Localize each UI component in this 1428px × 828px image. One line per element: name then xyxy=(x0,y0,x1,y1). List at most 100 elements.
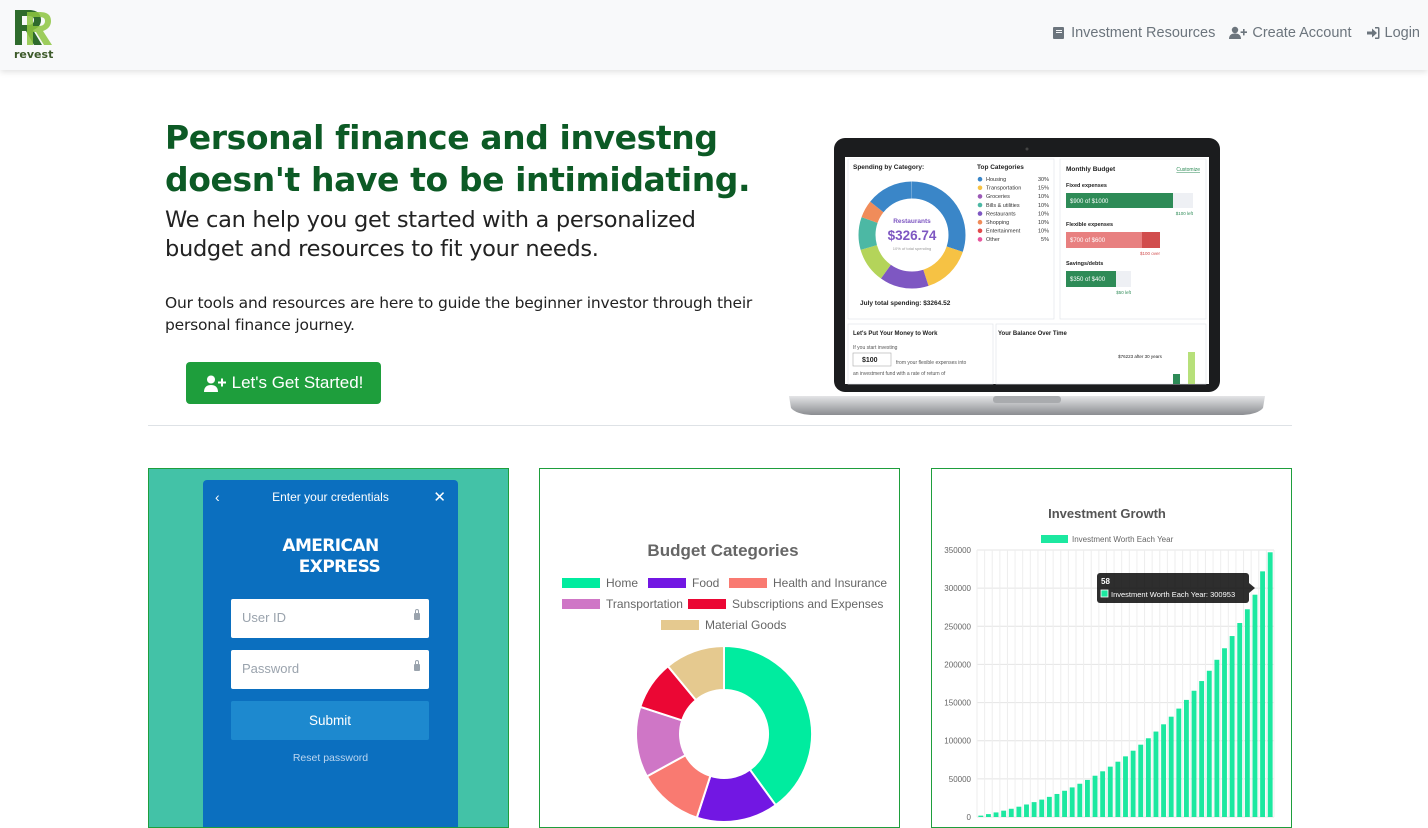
bar[interactable] xyxy=(1100,771,1106,817)
bar[interactable] xyxy=(1138,744,1144,817)
bar[interactable] xyxy=(1046,796,1052,817)
laptop-savings-left: $50 left xyxy=(1116,290,1132,295)
laptop-category-pct: 5% xyxy=(1041,237,1049,243)
laptop-category-name: Shopping xyxy=(986,220,1009,226)
nav-login[interactable]: Login xyxy=(1366,25,1420,41)
bar[interactable] xyxy=(1206,670,1212,817)
password-input[interactable]: Password xyxy=(231,650,429,689)
bar[interactable] xyxy=(1130,750,1136,817)
laptop-category-pct: 30% xyxy=(1038,177,1049,183)
bar[interactable] xyxy=(1176,708,1182,817)
y-tick-label: 150000 xyxy=(944,699,971,708)
laptop-total: July total spending: $3264.52 xyxy=(860,300,951,307)
close-icon[interactable]: ✕ xyxy=(433,488,446,506)
y-tick-label: 200000 xyxy=(944,660,971,669)
bar[interactable] xyxy=(1115,761,1121,817)
nav-create-account[interactable]: Create Account xyxy=(1229,25,1352,41)
amex-logo-line1: AMERICAN xyxy=(282,536,379,556)
bar[interactable] xyxy=(1237,623,1243,817)
legend-swatch xyxy=(729,578,767,588)
bar[interactable] xyxy=(1145,738,1151,817)
budget-donut-chart: Budget Categories Home Food Health and Ins… xyxy=(562,541,887,823)
bar[interactable] xyxy=(1161,724,1167,817)
laptop-fixed-left: $100 left xyxy=(1176,211,1194,216)
laptop-category-pct: 10% xyxy=(1038,194,1049,200)
navbar: revest Investment Resources Create Accou… xyxy=(0,0,1428,70)
bar[interactable] xyxy=(1252,594,1258,817)
bar[interactable] xyxy=(1084,779,1090,817)
laptop-flex-value: $700 of $600 xyxy=(1070,238,1106,244)
laptop-category-pct: 10% xyxy=(1038,211,1049,217)
legend-swatch xyxy=(562,599,600,609)
bar[interactable] xyxy=(978,815,984,817)
bar[interactable] xyxy=(1107,766,1113,817)
laptop-invest-title: Let's Put Your Money to Work xyxy=(853,331,938,337)
userid-placeholder: User ID xyxy=(242,610,287,625)
sign-in-icon xyxy=(1366,27,1380,39)
bar[interactable] xyxy=(1183,699,1189,817)
bar[interactable] xyxy=(1199,681,1205,817)
laptop-customize-link: Customize xyxy=(1176,167,1200,173)
bar[interactable] xyxy=(1054,793,1060,817)
userid-input[interactable]: User ID xyxy=(231,599,429,638)
laptop-fixed-value: $900 of $1000 xyxy=(1070,199,1109,205)
bar[interactable] xyxy=(1123,756,1128,817)
laptop-donut-amount: $326.74 xyxy=(888,228,937,243)
nav-investment-resources[interactable]: Investment Resources xyxy=(1052,25,1215,41)
laptop-donut-note: 10% of total spending xyxy=(893,246,931,251)
nav-links: Investment Resources Create Account Logi… xyxy=(1052,25,1420,41)
amex-login-panel: Enter your credentials ‹ ✕ AMERICAN EXPR… xyxy=(203,480,458,827)
legend-swatch xyxy=(1041,535,1068,543)
legend-label: Transportation xyxy=(606,597,683,611)
bar[interactable] xyxy=(1214,659,1220,817)
legend-swatch xyxy=(562,578,600,588)
chevron-left-icon[interactable]: ‹ xyxy=(215,489,220,505)
bar[interactable] xyxy=(1260,571,1266,817)
bar[interactable] xyxy=(1229,636,1235,817)
investment-bar-chart: Investment Growth Investment Worth Each … xyxy=(944,506,1275,822)
bar[interactable] xyxy=(1244,609,1250,817)
tooltip-swatch xyxy=(1100,589,1109,598)
bar[interactable] xyxy=(1222,648,1227,817)
card-bank-connect: Enter your credentials ‹ ✕ AMERICAN EXPR… xyxy=(148,468,509,828)
hero-title: Personal finance and investng doesn't ha… xyxy=(165,118,751,199)
bar[interactable] xyxy=(1092,775,1098,817)
bar[interactable] xyxy=(1069,787,1075,817)
bar[interactable] xyxy=(1062,790,1068,817)
bar[interactable] xyxy=(1039,799,1045,817)
bar[interactable] xyxy=(1024,804,1029,817)
laptop-category-dot xyxy=(977,202,983,208)
brand-name: revest xyxy=(14,48,54,61)
laptop-spending-title: Spending by Category: xyxy=(853,164,924,171)
laptop-fixed-label: Fixed expenses xyxy=(1066,183,1107,189)
bar[interactable] xyxy=(1008,808,1014,817)
bar[interactable] xyxy=(1153,731,1159,817)
laptop-category-dot xyxy=(977,176,983,182)
amex-submit-button[interactable]: Submit xyxy=(231,701,429,740)
bar[interactable] xyxy=(985,814,991,817)
laptop-savings-label: Savings/debts xyxy=(1066,261,1103,267)
y-tick-label: 50000 xyxy=(949,775,972,784)
chart-title: Investment Growth xyxy=(1048,506,1166,521)
amex-header: Enter your credentials xyxy=(272,490,389,504)
bar[interactable] xyxy=(1016,806,1022,817)
legend-swatch xyxy=(661,620,699,630)
bar[interactable] xyxy=(1031,802,1037,817)
bar[interactable] xyxy=(1267,552,1273,817)
user-plus-icon xyxy=(1229,26,1248,39)
card-budget-categories: Budget Categories Home Food Health and Ins… xyxy=(539,468,900,828)
laptop-category-pct: 10% xyxy=(1038,203,1049,209)
laptop-category-name: Entertainment xyxy=(986,229,1021,235)
get-started-button[interactable]: Let's Get Started! xyxy=(186,362,381,404)
laptop-balance-title: Your Balance Over Time xyxy=(998,331,1067,337)
reset-password-link[interactable]: Reset password xyxy=(203,752,458,764)
bar[interactable] xyxy=(993,812,999,817)
laptop-category-pct: 10% xyxy=(1038,220,1049,226)
bar[interactable] xyxy=(1001,810,1007,817)
bar[interactable] xyxy=(1077,783,1083,817)
laptop-category-name: Bills & utilities xyxy=(986,203,1020,209)
brand-logo[interactable]: revest xyxy=(13,9,57,61)
laptop-category-name: Transportation xyxy=(986,186,1021,192)
bar[interactable] xyxy=(1191,690,1197,817)
bar[interactable] xyxy=(1168,716,1174,817)
